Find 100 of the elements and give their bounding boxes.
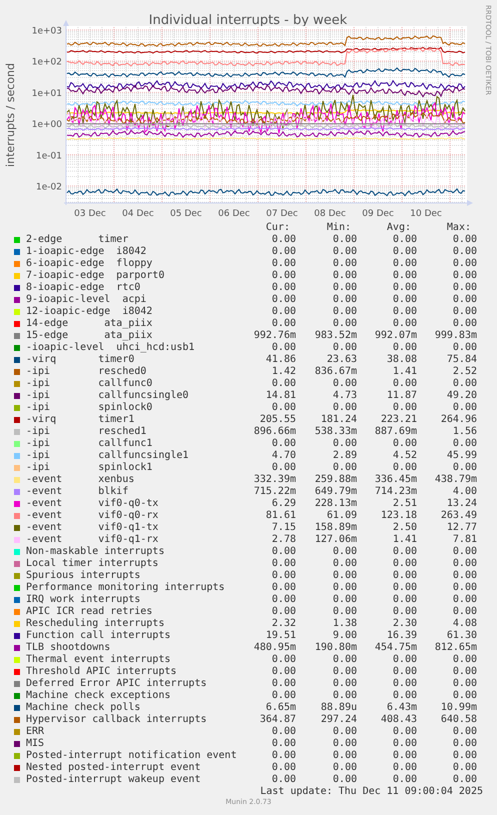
- value-cell-text: 0.00: [452, 738, 477, 750]
- value-cell-text: 1.42: [270, 366, 296, 378]
- legend-label: 12-ioapic-edge i8042: [26, 306, 154, 318]
- value-cell-text: 2.51: [392, 498, 417, 510]
- value-cell-text: 0.00: [332, 258, 357, 270]
- legend-label: -ipi spinlock1: [26, 462, 154, 474]
- value-cell-text: 0.00: [270, 582, 296, 594]
- value-cell-text: 0.00: [332, 594, 357, 606]
- last-update-text: Last update: Thu Dec 11 09:00:04 2025: [260, 786, 483, 798]
- value-cell-text: 336.45m: [374, 474, 417, 486]
- value-cell-text: 0.00: [452, 438, 477, 450]
- value-cell-text: 0.00: [392, 738, 417, 750]
- value-cell-text: 11.87: [386, 390, 417, 402]
- legend-label: Rescheduling interrupts: [26, 618, 166, 630]
- value-cell-text: 2.89: [332, 450, 357, 462]
- value-cell-text: 19.51: [264, 630, 296, 642]
- value-cell-text: 0.00: [270, 258, 296, 270]
- value-cell-text: 1.41: [392, 366, 417, 378]
- value-cell-text: 0.00: [392, 546, 417, 558]
- value-cell-text: 0.00: [332, 738, 357, 750]
- value-cell-text: 49.20: [446, 390, 477, 402]
- value-cell-text: 2.32: [270, 618, 296, 630]
- value-cell-text: 0.00: [332, 306, 357, 318]
- value-cell-text: 190.80m: [314, 642, 357, 654]
- legend-label: Posted-interrupt wakeup event: [26, 774, 202, 786]
- value-cell-text: 181.24: [320, 414, 357, 426]
- value-cell-text: 0.00: [452, 342, 477, 354]
- legend-label: Threshold APIC interrupts: [26, 666, 178, 678]
- legend-label: 9-ioapic-level acpi: [26, 294, 148, 306]
- legend-label: MIS: [26, 738, 46, 750]
- legend-label: Hypervisor callback interrupts: [26, 714, 208, 726]
- value-cell-text: 0.00: [332, 246, 357, 258]
- y-tick-label: 1e-02: [36, 182, 62, 192]
- value-cell-text: 41.86: [264, 354, 296, 366]
- value-cell-text: 0.00: [270, 570, 296, 582]
- value-cell-text: 2.50: [392, 522, 417, 534]
- value-cell-text: 0.00: [392, 402, 417, 414]
- value-cell-text: 123.18: [380, 510, 417, 522]
- y-tick-label: 1e-01: [36, 151, 62, 162]
- legend-label: 8-ioapic-edge rtc0: [26, 282, 142, 294]
- value-cell-text: 1.41: [392, 534, 417, 546]
- x-tick-label: 04 Dec: [122, 209, 154, 219]
- column-header: Max:: [446, 222, 472, 234]
- value-cell-text: 0.00: [452, 270, 477, 282]
- value-cell-text: 0.00: [332, 654, 357, 666]
- legend-label: IRQ work interrupts: [26, 594, 142, 606]
- value-cell-text: 0.00: [332, 282, 357, 294]
- value-cell-text: 992.07m: [374, 330, 417, 342]
- value-cell-text: 0.00: [392, 594, 417, 606]
- value-cell-text: 0.00: [392, 570, 417, 582]
- x-tick-label: 08 Dec: [314, 209, 346, 219]
- value-cell-text: 0.00: [452, 558, 477, 570]
- value-cell-text: 812.65m: [434, 642, 477, 654]
- legend-label: Deferred Error APIC interrupts: [26, 678, 208, 690]
- graph-title: Individual interrupts - by week: [148, 13, 348, 28]
- legend-label: 7-ioapic-edge parport0: [26, 270, 166, 282]
- value-cell-text: 0.00: [392, 270, 417, 282]
- value-cell-text: 0.00: [332, 570, 357, 582]
- value-cell-text: 0.00: [392, 654, 417, 666]
- value-cell-text: 0.00: [452, 750, 477, 762]
- legend-label: APIC ICR read retries: [26, 606, 154, 618]
- value-cell-text: 0.00: [270, 666, 296, 678]
- value-cell-text: 0.00: [452, 246, 477, 258]
- value-cell-text: 0.00: [332, 690, 357, 702]
- value-cell-text: 0.00: [392, 726, 417, 738]
- y-tick-label: 1e+01: [32, 88, 62, 99]
- y-axis-label: interrupts / second: [4, 63, 17, 167]
- value-cell-text: 4.00: [452, 486, 477, 498]
- value-cell-text: 0.00: [270, 690, 296, 702]
- x-tick-label: 05 Dec: [170, 209, 202, 219]
- legend-label: 15-edge ata_piix: [26, 330, 154, 342]
- value-cell-text: 0.00: [392, 294, 417, 306]
- value-cell-text: 0.00: [392, 234, 417, 246]
- value-cell-text: 263.49: [440, 510, 477, 522]
- value-cell-text: 259.88m: [314, 474, 357, 486]
- value-cell-text: 0.00: [452, 690, 477, 702]
- value-cell-text: 0.00: [392, 282, 417, 294]
- legend-label: Nested posted-interrupt event: [26, 762, 202, 774]
- value-cell-text: 0.00: [452, 570, 477, 582]
- value-cell-text: 0.00: [270, 234, 296, 246]
- value-cell-text: 0.00: [392, 318, 417, 330]
- value-cell-text: 364.87: [258, 714, 296, 726]
- value-cell-text: 0.00: [452, 726, 477, 738]
- legend-label: -event vif0-q0-rx: [26, 510, 160, 522]
- value-cell-text: 0.00: [270, 402, 296, 414]
- value-cell-text: 7.15: [270, 522, 296, 534]
- legend-label: Performance monitoring interrupts: [26, 582, 226, 594]
- value-cell-text: 332.39m: [252, 474, 296, 486]
- value-cell-text: 0.00: [332, 558, 357, 570]
- value-cell-text: 205.55: [258, 414, 296, 426]
- column-header: Cur:: [264, 222, 291, 234]
- value-cell-text: 0.00: [270, 546, 296, 558]
- legend-label: 14-edge ata_piix: [26, 318, 154, 330]
- value-cell-text: 0.00: [392, 306, 417, 318]
- value-cell-text: 0.00: [332, 318, 357, 330]
- value-cell-text: 0.00: [452, 402, 477, 414]
- value-cell-text: 0.00: [332, 378, 357, 390]
- value-cell-text: 0.00: [332, 606, 357, 618]
- value-cell-text: 13.24: [446, 498, 477, 510]
- value-cell-text: 538.33m: [314, 426, 357, 438]
